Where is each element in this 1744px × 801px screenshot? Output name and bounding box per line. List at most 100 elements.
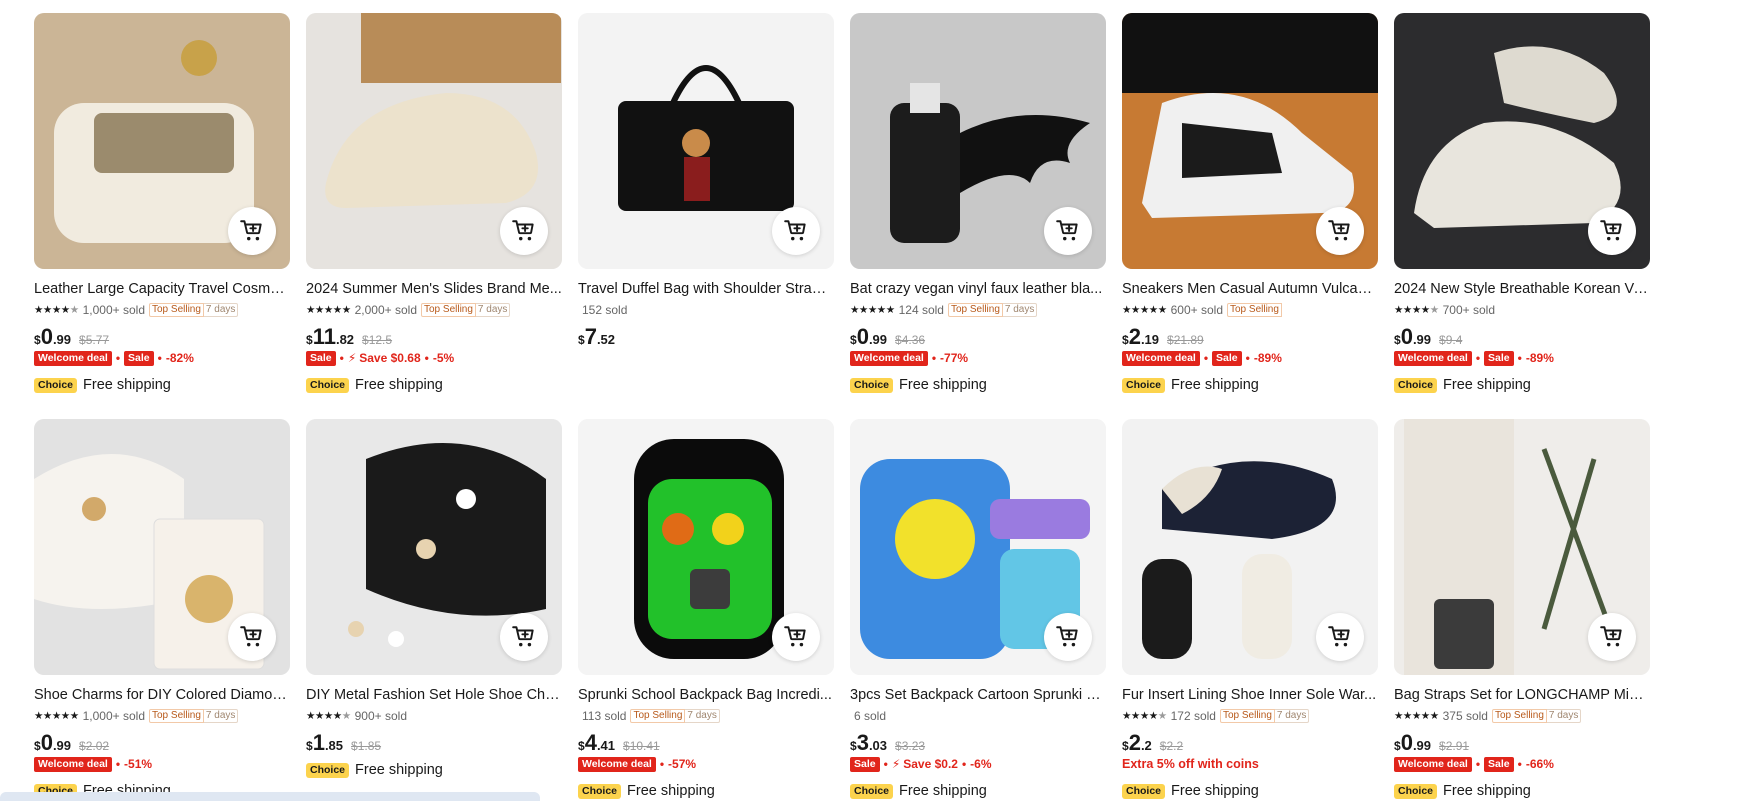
days-tag: 7 days: [203, 709, 239, 723]
product-title[interactable]: Bag Straps Set for LONGCHAMP Mini ...: [1394, 686, 1650, 704]
product-card[interactable]: 2024 Summer Men's Slides Brand Me... ★ ★ ★ ★…: [306, 13, 562, 419]
product-card[interactable]: DIY Metal Fashion Set Hole Shoe Char... ★…: [306, 419, 562, 799]
free-shipping-label: Free shipping: [355, 377, 443, 393]
add-to-cart-button[interactable]: [772, 613, 820, 661]
discount-percent: -51%: [124, 757, 153, 771]
add-to-cart-icon: [784, 626, 806, 647]
price: $3.03 $3.23: [850, 730, 1106, 755]
product-image[interactable]: [34, 419, 290, 675]
add-to-cart-icon: [1600, 626, 1622, 647]
top-selling-tag: Top Selling: [1491, 709, 1547, 723]
choice-badge: Choice: [306, 762, 350, 778]
star-icon: ★: [850, 304, 859, 316]
product-title[interactable]: Sneakers Men Casual Autumn Vulcani...: [1122, 280, 1378, 298]
price: $11.82 $12.5: [306, 324, 562, 349]
product-card[interactable]: Travel Duffel Bag with Shoulder Strap ..…: [578, 13, 834, 419]
product-title[interactable]: Leather Large Capacity Travel Cosmet...: [34, 280, 290, 298]
product-card[interactable]: Shoe Charms for DIY Colored Diamon... ★ ★ ★…: [34, 419, 290, 799]
top-selling-tag: Top Selling: [947, 303, 1003, 317]
deal-row: Welcome deal • -51%: [34, 755, 290, 773]
separator-dot: •: [883, 757, 888, 771]
top-selling-tag: Top Selling: [149, 303, 204, 317]
product-image[interactable]: [578, 13, 834, 269]
add-to-cart-icon: [1328, 626, 1350, 647]
add-to-cart-button[interactable]: [1316, 207, 1364, 255]
product-title[interactable]: Travel Duffel Bag with Shoulder Strap ..…: [578, 280, 834, 298]
product-image[interactable]: [850, 419, 1106, 675]
product-title[interactable]: Shoe Charms for DIY Colored Diamon...: [34, 686, 290, 704]
product-title[interactable]: Sprunki School Backpack Bag Incredi...: [578, 686, 834, 704]
add-to-cart-button[interactable]: [1044, 613, 1092, 661]
choice-badge: Choice: [578, 783, 622, 799]
price-decimal: .85: [324, 738, 344, 753]
deal-badge: Sale: [850, 756, 880, 772]
separator-dot: •: [659, 757, 665, 771]
add-to-cart-button[interactable]: [772, 207, 820, 255]
product-title[interactable]: 2024 Summer Men's Slides Brand Me...: [306, 280, 562, 298]
price: $0.99 $2.02: [34, 730, 290, 755]
product-image[interactable]: [1394, 13, 1650, 269]
top-selling-tag: Top Selling: [149, 709, 204, 723]
add-to-cart-button[interactable]: [1588, 613, 1636, 661]
product-card[interactable]: Sprunki School Backpack Bag Incredi... 11…: [578, 419, 834, 799]
shipping-row: Choice Free shipping: [306, 761, 562, 779]
star-icon: ★: [42, 304, 52, 316]
sold-count: 172 sold: [1170, 709, 1216, 723]
add-to-cart-button[interactable]: [500, 207, 548, 255]
original-price: $1.85: [351, 739, 382, 753]
product-title[interactable]: Bat crazy vegan vinyl faux leather bla..…: [850, 280, 1106, 298]
separator-dot: •: [115, 757, 121, 771]
star-icon: ★: [1157, 304, 1167, 316]
product-card[interactable]: Fur Insert Lining Shoe Inner Sole War...…: [1122, 419, 1378, 799]
price: $2.19 $21.89: [1122, 324, 1378, 349]
price-decimal: .82: [335, 332, 355, 347]
product-card[interactable]: Bat crazy vegan vinyl faux leather bla..…: [850, 13, 1106, 419]
product-title[interactable]: 2024 New Style Breathable Korean Ve...: [1394, 280, 1650, 298]
product-title[interactable]: 3pcs Set Backpack Cartoon Sprunki S...: [850, 686, 1106, 704]
add-to-cart-button[interactable]: [500, 613, 548, 661]
add-to-cart-button[interactable]: [1044, 207, 1092, 255]
deal-badge: Welcome deal: [34, 756, 112, 772]
deal-badge: Welcome deal: [1394, 756, 1472, 772]
star-rating: ★ ★ ★ ★ ★: [1122, 304, 1167, 316]
deal-row: Welcome deal • Sale • -66%: [1394, 755, 1650, 773]
price: $0.99 $9.4: [1394, 324, 1650, 349]
product-image[interactable]: [578, 419, 834, 675]
product-card[interactable]: Bag Straps Set for LONGCHAMP Mini ... ★ ★ ★…: [1394, 419, 1650, 799]
add-to-cart-icon: [240, 626, 262, 647]
choice-badge: Choice: [850, 783, 894, 799]
sold-count: 1,000+ sold: [82, 709, 145, 723]
price-decimal: .99: [52, 332, 72, 347]
product-card[interactable]: Leather Large Capacity Travel Cosmet... ★…: [34, 13, 290, 419]
product-card[interactable]: 3pcs Set Backpack Cartoon Sprunki S... 6 …: [850, 419, 1106, 799]
product-card[interactable]: Sneakers Men Casual Autumn Vulcani... ★ ★ ★…: [1122, 13, 1378, 419]
sold-count: 113 sold: [582, 709, 627, 723]
product-image[interactable]: [850, 13, 1106, 269]
product-image[interactable]: [306, 13, 562, 269]
price-currency: $: [34, 333, 41, 347]
star-icon: ★: [306, 710, 315, 722]
product-image[interactable]: [34, 13, 290, 269]
sold-count: 6 sold: [854, 709, 887, 723]
product-title[interactable]: DIY Metal Fashion Set Hole Shoe Char...: [306, 686, 562, 704]
product-image[interactable]: [1394, 419, 1650, 675]
original-price: $21.89: [1167, 333, 1204, 347]
star-icon: ★: [1429, 710, 1439, 722]
price-integer: 1: [312, 730, 325, 755]
add-to-cart-button[interactable]: [1588, 207, 1636, 255]
star-icon: ★: [1411, 710, 1421, 722]
add-to-cart-button[interactable]: [228, 207, 276, 255]
product-title[interactable]: Fur Insert Lining Shoe Inner Sole War...: [1122, 686, 1378, 704]
product-image[interactable]: [1122, 13, 1378, 269]
add-to-cart-button[interactable]: [228, 613, 276, 661]
product-image[interactable]: [306, 419, 562, 675]
product-image[interactable]: [1122, 419, 1378, 675]
star-icon: ★: [332, 304, 342, 316]
separator-dot: •: [157, 351, 162, 365]
price-decimal: .99: [1412, 738, 1432, 753]
original-price: $2.91: [1439, 739, 1470, 753]
add-to-cart-button[interactable]: [1316, 613, 1364, 661]
star-icon: ★: [34, 304, 43, 316]
product-card[interactable]: 2024 New Style Breathable Korean Ve... ★ ★…: [1394, 13, 1650, 419]
lightning-icon: ⚡: [891, 757, 901, 771]
